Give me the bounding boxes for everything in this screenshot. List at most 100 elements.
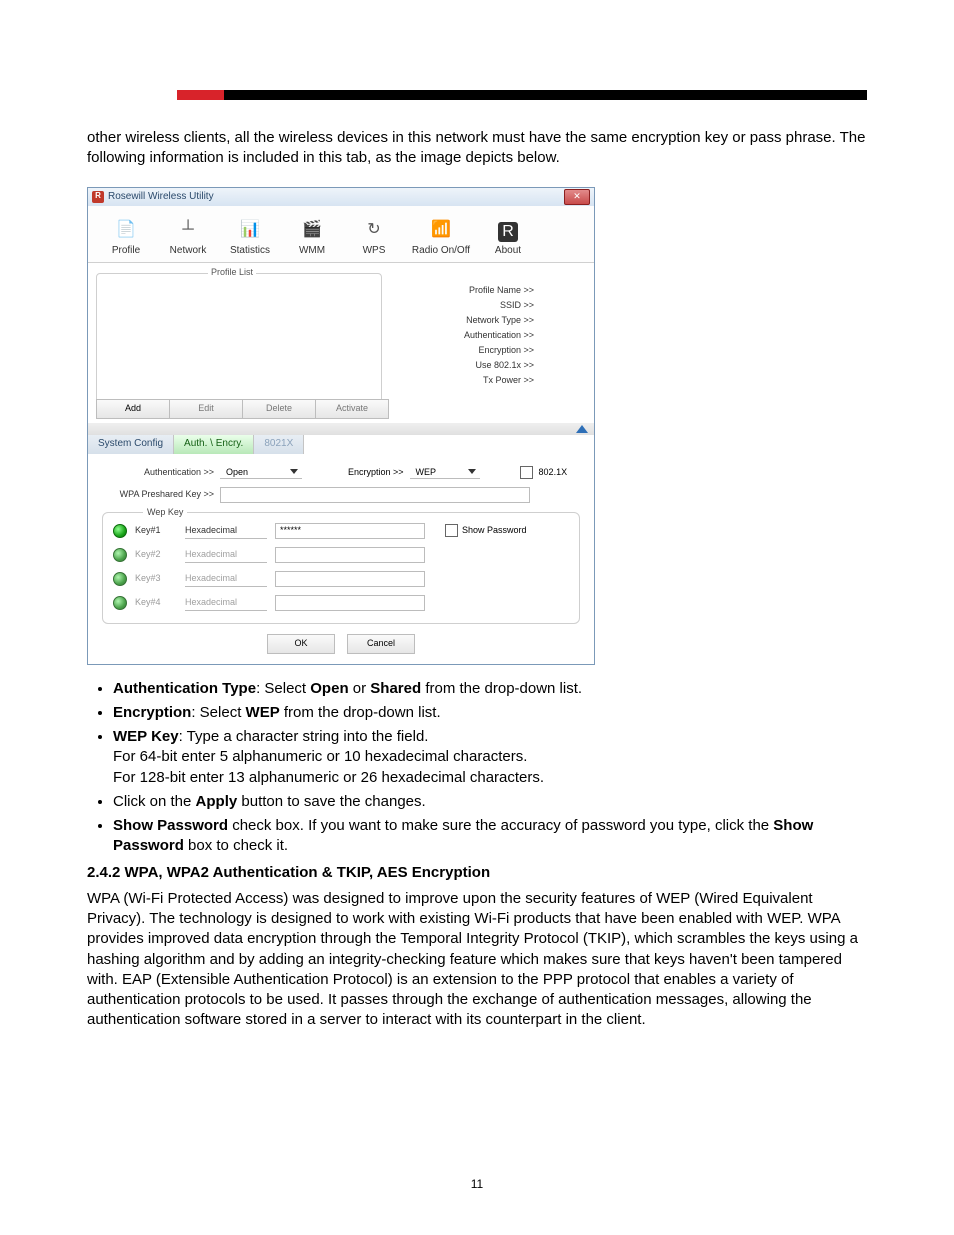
toolbar-about[interactable]: R About [482, 222, 534, 258]
header-stripe [177, 90, 867, 100]
screenshot-container: R Rosewill Wireless Utility ✕ 📄 Profile … [87, 187, 867, 665]
wep-key3-format-value: Hexadecimal [185, 572, 237, 584]
wep-key2-radio[interactable] [113, 548, 127, 562]
wep-key1-format[interactable]: Hexadecimal [185, 522, 267, 539]
delete-button[interactable]: Delete [242, 399, 315, 419]
wep-key4-format[interactable]: Hexadecimal [185, 594, 267, 611]
text: For 64-bit enter 5 alphanumeric or 10 he… [113, 748, 527, 765]
ok-button[interactable]: OK [267, 634, 335, 654]
wep-key4-input[interactable] [275, 595, 425, 611]
prop-ssid: SSID >> [464, 298, 534, 313]
wep-key2-format[interactable]: Hexadecimal [185, 546, 267, 563]
list-item: Show Password check box. If you want to … [113, 816, 867, 857]
ok-cancel-row: OK Cancel [102, 634, 580, 654]
authentication-value: Open [226, 466, 248, 478]
cancel-button[interactable]: Cancel [347, 634, 415, 654]
prop-authentication: Authentication >> [464, 328, 534, 343]
header-stripe-red [177, 90, 224, 100]
document-page: other wireless clients, all the wireless… [0, 0, 954, 1235]
profile-properties: Profile Name >> SSID >> Network Type >> … [464, 283, 534, 388]
config-body: Authentication >> Open Encryption >> WEP [88, 454, 594, 664]
wmm-icon: 🎬 [300, 218, 324, 242]
prop-use8021x: Use 802.1x >> [464, 358, 534, 373]
toolbar-statistics[interactable]: 📊 Statistics [224, 218, 276, 258]
toolbar-radio[interactable]: 📶 Radio On/Off [410, 218, 472, 258]
wep-key3-label: Key#3 [135, 572, 177, 584]
list-item: WEP Key: Type a character string into th… [113, 727, 867, 788]
prop-profile-name: Profile Name >> [464, 283, 534, 298]
app-window: R Rosewill Wireless Utility ✕ 📄 Profile … [87, 187, 595, 665]
activate-button[interactable]: Activate [315, 399, 389, 419]
intro-paragraph: other wireless clients, all the wireless… [87, 128, 867, 169]
network-icon: ┴ [176, 218, 200, 242]
toolbar-label: Statistics [224, 244, 276, 258]
checkbox-8021x[interactable] [520, 466, 533, 479]
wep-key3-input[interactable] [275, 571, 425, 587]
wep-key1-label: Key#1 [135, 524, 177, 536]
wep-key1-radio[interactable] [113, 524, 127, 538]
prop-tx-power: Tx Power >> [464, 373, 534, 388]
wep-row-3: Key#3 Hexadecimal [113, 567, 569, 591]
wep-key2-input[interactable] [275, 547, 425, 563]
toolbar-wmm[interactable]: 🎬 WMM [286, 218, 338, 258]
collapse-icon [576, 425, 588, 433]
statistics-icon: 📊 [238, 218, 262, 242]
chevron-down-icon [468, 469, 476, 474]
toolbar-label: WMM [286, 244, 338, 258]
splitter[interactable] [88, 423, 594, 435]
wep-row-4: Key#4 Hexadecimal [113, 591, 569, 615]
close-button[interactable]: ✕ [564, 189, 590, 205]
toolbar-wps[interactable]: ↻ WPS [348, 218, 400, 258]
bold: Show Password [113, 817, 228, 834]
list-item: Encryption: Select WEP from the drop-dow… [113, 703, 867, 723]
close-icon: ✕ [573, 190, 581, 202]
profile-list-label: Profile List [208, 266, 256, 278]
page-number: 11 [0, 1177, 954, 1191]
text: check box. If you want to make sure the … [228, 817, 773, 834]
toolbar-label: WPS [348, 244, 400, 258]
prop-network-type: Network Type >> [464, 313, 534, 328]
toolbar-label: Network [162, 244, 214, 258]
toolbar-network[interactable]: ┴ Network [162, 218, 214, 258]
text: or [349, 680, 371, 697]
text: button to save the changes. [237, 793, 425, 810]
text: Click on the [113, 793, 196, 810]
wep-key3-format[interactable]: Hexadecimal [185, 570, 267, 587]
toolbar-profile[interactable]: 📄 Profile [100, 218, 152, 258]
edit-button[interactable]: Edit [169, 399, 242, 419]
text: For 128-bit enter 13 alphanumeric or 26 … [113, 769, 544, 786]
tab-system-config[interactable]: System Config [88, 435, 174, 454]
wep-key2-label: Key#2 [135, 548, 177, 560]
prop-encryption: Encryption >> [464, 343, 534, 358]
toolbar-label: Radio On/Off [410, 244, 472, 258]
wps-icon: ↻ [362, 218, 386, 242]
authentication-dropdown[interactable]: Open [220, 466, 302, 479]
wep-key1-input[interactable]: ****** [275, 523, 425, 539]
authentication-label: Authentication >> [102, 466, 214, 478]
profile-area: Profile List Profile Name >> SSID >> Net… [88, 263, 594, 423]
bold: WEP [246, 704, 280, 721]
tab-8021x[interactable]: 8021X [254, 435, 304, 454]
bold: Open [310, 680, 348, 697]
show-password-checkbox[interactable] [445, 524, 458, 537]
tab-auth-encry[interactable]: Auth. \ Encry. [174, 435, 254, 454]
wpa-preshared-input[interactable] [220, 487, 530, 503]
show-password-group: Show Password [445, 524, 527, 537]
header-stripe-black [224, 90, 867, 100]
titlebar: R Rosewill Wireless Utility ✕ [88, 188, 594, 206]
wep-key3-radio[interactable] [113, 572, 127, 586]
bold: Shared [370, 680, 421, 697]
wep-key4-radio[interactable] [113, 596, 127, 610]
toolbar-label: About [482, 244, 534, 258]
encryption-dropdown[interactable]: WEP [410, 466, 480, 479]
add-button[interactable]: Add [96, 399, 169, 419]
encryption-value: WEP [416, 466, 437, 478]
about-letter: R [502, 221, 514, 243]
text: from the drop-down list. [280, 704, 441, 721]
profile-icon: 📄 [114, 218, 138, 242]
bulleted-list: Authentication Type: Select Open or Shar… [113, 679, 867, 857]
radio-icon: 📶 [429, 218, 453, 242]
row-wpa-preshared: WPA Preshared Key >> [102, 484, 580, 506]
profile-list[interactable] [96, 273, 382, 405]
toolbar: 📄 Profile ┴ Network 📊 Statistics 🎬 WMM [88, 206, 594, 263]
